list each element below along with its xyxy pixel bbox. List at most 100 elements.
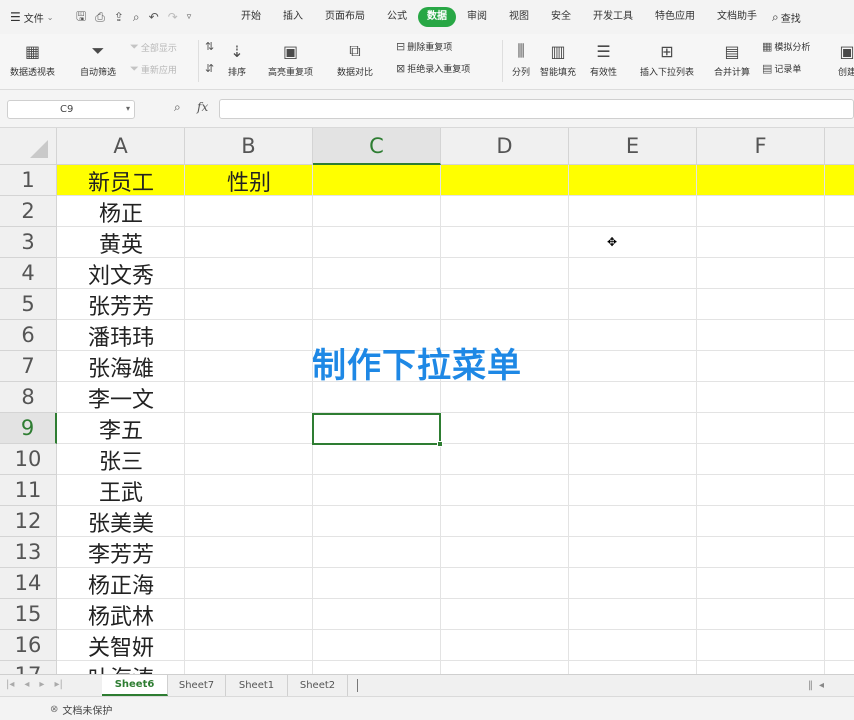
- tab-home[interactable]: 开始: [230, 7, 272, 27]
- cell-b1[interactable]: 性别: [185, 165, 313, 196]
- tab-formulas[interactable]: 公式: [376, 7, 418, 27]
- cell-a14[interactable]: 杨正海: [57, 568, 185, 599]
- cell-a15[interactable]: 杨武林: [57, 599, 185, 630]
- autofilter-label: 自动筛选: [80, 68, 117, 78]
- tab-special-apps[interactable]: 特色应用: [644, 7, 706, 27]
- tab-page-layout[interactable]: 页面布局: [314, 7, 376, 27]
- select-all-corner[interactable]: [0, 128, 57, 165]
- zoom-formula-icon[interactable]: ⌕: [174, 100, 181, 115]
- insert-dropdown-list-button[interactable]: ⊞ 插入下拉列表: [640, 40, 694, 79]
- row-header-11[interactable]: 11: [0, 475, 57, 506]
- row-header-1[interactable]: 1: [0, 165, 57, 196]
- row-header-9[interactable]: 9: [0, 413, 57, 444]
- row-header-4[interactable]: 4: [0, 258, 57, 289]
- sort-ascending-button[interactable]: ⇅: [205, 40, 214, 53]
- delete-duplicates-button[interactable]: ⊟ 删除重复项: [396, 40, 452, 53]
- column-header-g[interactable]: [825, 128, 854, 165]
- sort-button[interactable]: ⇣ 排序: [226, 40, 248, 79]
- pivot-table-button[interactable]: ▦ 数据透视表: [10, 40, 55, 79]
- consolidate-button[interactable]: ▤ 合并计算: [714, 40, 750, 79]
- cell-a6[interactable]: 潘玮玮: [57, 320, 185, 351]
- name-box[interactable]: C9 ▾: [7, 100, 135, 119]
- smart-fill-button[interactable]: ▥ 智能填充: [540, 40, 576, 79]
- redo-icon[interactable]: ↷: [168, 10, 178, 24]
- row-header-15[interactable]: 15: [0, 599, 57, 630]
- print-preview-icon[interactable]: ⌕: [133, 10, 140, 25]
- scroll-divider-icon[interactable]: ‖: [808, 680, 813, 691]
- reject-duplicates-button[interactable]: ⊠ 拒绝录入重复项: [396, 62, 470, 75]
- next-sheet-icon[interactable]: ▸: [39, 679, 44, 690]
- row-header-8[interactable]: 8: [0, 382, 57, 413]
- record-form-button[interactable]: ▤ 记录单: [762, 62, 801, 75]
- text-to-columns-button[interactable]: ⫼ 分列: [510, 40, 532, 78]
- tab-insert[interactable]: 插入: [272, 7, 314, 27]
- row-header-12[interactable]: 12: [0, 506, 57, 537]
- cell-a10[interactable]: 张三: [57, 444, 185, 475]
- scroll-left-icon[interactable]: ◂: [819, 680, 824, 691]
- last-sheet-icon[interactable]: ▸|: [54, 679, 62, 690]
- tab-view[interactable]: 视图: [498, 7, 540, 27]
- formula-input[interactable]: [219, 99, 854, 119]
- row-header-7[interactable]: 7: [0, 351, 57, 382]
- sheet-tab-sheet7[interactable]: Sheet7: [168, 675, 226, 696]
- show-all-button[interactable]: ⏷ 全部显示: [130, 40, 177, 54]
- row-header-16[interactable]: 16: [0, 630, 57, 661]
- column-header-c[interactable]: C: [313, 128, 441, 165]
- sheet-tab-sheet1[interactable]: Sheet1: [226, 675, 288, 696]
- customize-chevron-icon[interactable]: ▿: [187, 12, 192, 22]
- data-compare-button[interactable]: ⧉ 数据对比: [337, 40, 373, 78]
- cell-a2[interactable]: 杨正: [57, 196, 185, 227]
- undo-icon[interactable]: ↶: [149, 10, 159, 24]
- row-header-10[interactable]: 10: [0, 444, 57, 475]
- cell-a4[interactable]: 刘文秀: [57, 258, 185, 289]
- sheet-tab-sheet2[interactable]: Sheet2: [288, 675, 348, 696]
- column-header-a[interactable]: A: [57, 128, 185, 165]
- column-header-e[interactable]: E: [569, 128, 697, 165]
- column-header-b[interactable]: B: [185, 128, 313, 165]
- what-if-analysis-button[interactable]: ▦ 模拟分析: [762, 40, 810, 53]
- cell-a16[interactable]: 关智妍: [57, 630, 185, 661]
- highlight-duplicates-button[interactable]: ▣ 高亮重复项: [268, 40, 313, 79]
- cell-a11[interactable]: 王武: [57, 475, 185, 506]
- row-header-13[interactable]: 13: [0, 537, 57, 568]
- document-protection-status[interactable]: ⊗ 文档未保护: [50, 702, 112, 717]
- cell-a3[interactable]: 黄英: [57, 227, 185, 258]
- row-header-6[interactable]: 6: [0, 320, 57, 351]
- first-sheet-icon[interactable]: |◂: [6, 679, 14, 690]
- export-icon[interactable]: ⇪: [114, 10, 124, 24]
- autofilter-button[interactable]: ⏷ 自动筛选: [80, 40, 116, 78]
- cell-a13[interactable]: 李芳芳: [57, 537, 185, 568]
- row-header-3[interactable]: 3: [0, 227, 57, 258]
- row-header-2[interactable]: 2: [0, 196, 57, 227]
- selected-cell-c9[interactable]: [312, 413, 443, 447]
- create-group-button[interactable]: ▣ 创建: [836, 40, 854, 79]
- prev-sheet-icon[interactable]: ◂: [24, 679, 29, 690]
- column-header-d[interactable]: D: [441, 128, 569, 165]
- cell-a17[interactable]: 叶海涛: [57, 661, 185, 674]
- tab-data[interactable]: 数据: [418, 7, 456, 27]
- cell-a5[interactable]: 张芳芳: [57, 289, 185, 320]
- file-menu[interactable]: ☰ 文件 ⌄: [0, 10, 70, 25]
- tab-security[interactable]: 安全: [540, 7, 582, 27]
- row-header-17[interactable]: 17: [0, 661, 57, 674]
- tab-doc-assistant[interactable]: 文档助手: [706, 7, 768, 27]
- fx-icon[interactable]: fx: [197, 100, 208, 114]
- cell-a12[interactable]: 张美美: [57, 506, 185, 537]
- row-header-14[interactable]: 14: [0, 568, 57, 599]
- cell-a9[interactable]: 李五: [57, 413, 185, 444]
- fill-handle[interactable]: [437, 441, 443, 447]
- print-icon[interactable]: ⎙: [95, 10, 105, 25]
- search-button[interactable]: ⌕ 查找: [772, 10, 801, 25]
- save-icon[interactable]: 🖫: [76, 7, 86, 28]
- sheet-tab-sheet6[interactable]: Sheet6: [102, 675, 168, 696]
- tab-review[interactable]: 审阅: [456, 7, 498, 27]
- reapply-button[interactable]: ⏷ 重新应用: [130, 62, 177, 76]
- cell-a1[interactable]: 新员工: [57, 165, 185, 196]
- column-header-f[interactable]: F: [697, 128, 825, 165]
- row-header-5[interactable]: 5: [0, 289, 57, 320]
- cell-a8[interactable]: 李一文: [57, 382, 185, 413]
- data-validation-button[interactable]: ☰ 有效性: [590, 40, 617, 79]
- tab-developer[interactable]: 开发工具: [582, 7, 644, 27]
- sort-descending-button[interactable]: ⇵: [205, 62, 214, 75]
- cell-a7[interactable]: 张海雄: [57, 351, 185, 382]
